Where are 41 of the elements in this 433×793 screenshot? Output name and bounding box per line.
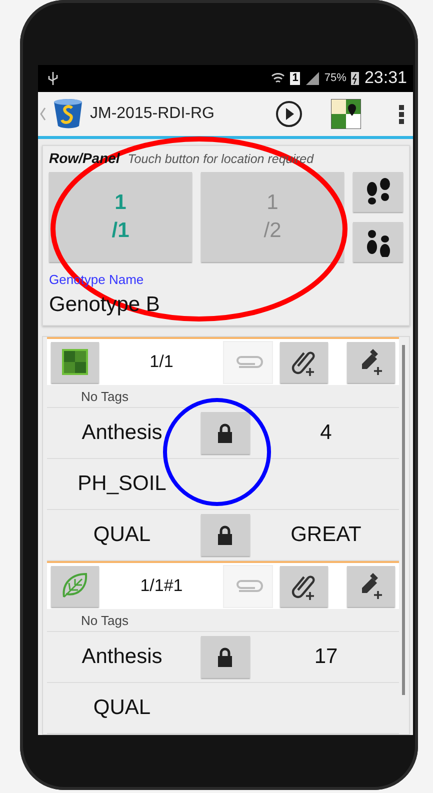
trait-name: Anthesis: [80, 421, 164, 445]
trait-name: PH_SOIL: [76, 472, 168, 496]
project-title: JM-2015-RDI-RG: [90, 104, 216, 123]
lock-icon: [215, 524, 235, 546]
battery-level: 75%: [324, 72, 346, 84]
trait-value: 4: [319, 421, 333, 445]
app-logo-icon: [52, 98, 84, 130]
unit-id: 1/1: [148, 352, 174, 372]
play-button-icon[interactable]: [275, 100, 303, 128]
unit-id: 1/1#1: [139, 576, 184, 596]
lock-button[interactable]: [200, 514, 250, 556]
tags-label: No Tags: [47, 385, 399, 408]
usb-icon: [48, 71, 58, 86]
trait-value: GREAT: [290, 523, 362, 547]
walk-forward-button[interactable]: [353, 172, 403, 212]
lock-icon: [215, 646, 235, 668]
plot-grid-icon: [62, 349, 88, 375]
wifi-icon: [271, 71, 286, 86]
map-pin-icon[interactable]: [331, 98, 361, 129]
add-note-button[interactable]: [347, 342, 395, 382]
location-button[interactable]: 1 /2: [201, 172, 344, 262]
signal-icon: [305, 71, 320, 86]
sim-icon: 1: [290, 72, 300, 85]
lock-button[interactable]: [200, 412, 250, 454]
clock-time: 23:31: [364, 68, 407, 88]
lock-icon: [215, 422, 235, 444]
overflow-menu-icon[interactable]: [399, 104, 405, 124]
add-note-button[interactable]: [347, 566, 395, 606]
trait-value: 17: [313, 645, 339, 669]
add-attachment-button[interactable]: [280, 342, 328, 382]
battery-icon: [351, 71, 360, 86]
add-attachment-button[interactable]: [280, 566, 328, 606]
trait-name: Anthesis: [80, 645, 164, 669]
location-button[interactable]: 1 /1: [49, 172, 192, 262]
walk-back-button[interactable]: [353, 222, 403, 262]
trait-name: QUAL: [92, 523, 152, 547]
trait-name: QUAL: [92, 696, 152, 720]
lock-button[interactable]: [200, 636, 250, 678]
unit-type-button[interactable]: [51, 342, 99, 382]
back-caret-icon: [40, 106, 46, 121]
tags-label: No Tags: [47, 609, 399, 632]
